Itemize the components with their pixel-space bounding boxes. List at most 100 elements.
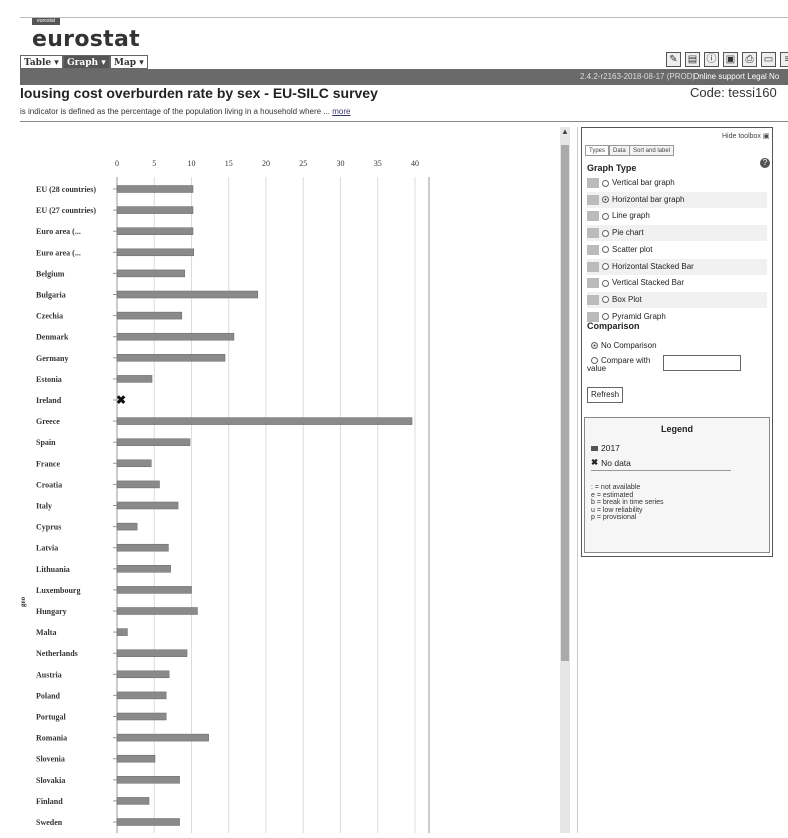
eurostat-logo[interactable]: eurostat — [32, 27, 140, 52]
graph-type-option[interactable]: Scatter plot — [587, 242, 767, 258]
graph-type-radio[interactable] — [602, 313, 609, 321]
graph-type-radio[interactable] — [602, 279, 609, 287]
window-icon[interactable]: ▭ — [761, 52, 776, 67]
category-label: Hungary — [36, 607, 67, 616]
bar — [116, 480, 160, 489]
graph-type-label: Horizontal bar graph — [612, 194, 685, 204]
graph-type-option[interactable]: Horizontal Stacked Bar — [587, 258, 767, 275]
bar — [116, 691, 167, 700]
x-tick-label: 35 — [374, 159, 382, 168]
hide-toolbox-label[interactable]: Hide toolbox — [722, 133, 761, 140]
x-tick-label: 30 — [337, 159, 345, 168]
dataset-code: Code: tessi160 — [690, 85, 777, 100]
bar — [116, 438, 191, 446]
category-label: Estonia — [36, 375, 62, 384]
no-data-cross-icon: ✖ — [591, 457, 599, 467]
compare-value-label: value — [587, 364, 607, 373]
tab-map[interactable]: Map ▾ — [110, 55, 148, 69]
category-label: Ireland — [36, 396, 62, 405]
compare-with-label: Compare with — [601, 356, 651, 365]
graph-type-option[interactable]: Box Plot — [587, 291, 767, 308]
bar — [116, 797, 150, 805]
graph-type-label: Scatter plot — [612, 244, 653, 254]
graph-type-option[interactable]: Pie chart — [587, 225, 767, 242]
x-tick-label: 20 — [262, 159, 270, 168]
category-label: Greece — [36, 417, 60, 426]
tab-sort-and-label[interactable]: Sort and label — [629, 145, 675, 156]
legend-divider — [591, 470, 731, 471]
toolbar-icons: ✎ ▤ ⓘ ▣ ⎙ ▭ ≡ — [666, 52, 788, 67]
no-comparison-option[interactable]: No Comparison — [591, 341, 657, 350]
category-label: Netherlands — [36, 649, 78, 658]
graph-type-label: Line graph — [612, 211, 650, 221]
content-divider — [20, 121, 788, 122]
graph-type-radio[interactable] — [602, 179, 609, 187]
category-label: Cyprus — [36, 523, 61, 532]
graph-type-icon — [587, 244, 599, 255]
x-tick-label: 10 — [188, 159, 196, 168]
more-link[interactable]: more — [332, 107, 350, 116]
bar — [116, 332, 235, 341]
y-axis-label: geo — [20, 596, 27, 607]
no-comparison-radio[interactable] — [591, 342, 598, 349]
info-icon[interactable]: ⓘ — [704, 52, 719, 67]
x-tick-label: 40 — [411, 159, 419, 168]
support-links[interactable]: Online support Legal No — [693, 72, 779, 81]
category-label: Italy — [36, 502, 52, 511]
graph-type-option[interactable]: Vertical Stacked Bar — [587, 275, 767, 291]
save-icon[interactable]: ▣ — [723, 52, 738, 67]
description: is indicator is defined as the percentag… — [20, 107, 350, 116]
help-icon[interactable]: ? — [760, 158, 770, 168]
tab-graph[interactable]: Graph ▾ — [63, 55, 110, 69]
graph-type-radio[interactable] — [602, 296, 609, 304]
graph-type-label: Horizontal Stacked Bar — [612, 261, 694, 271]
graph-type-radio[interactable] — [602, 229, 609, 237]
bar — [116, 754, 156, 763]
compare-with-radio[interactable] — [591, 357, 598, 364]
hide-toolbox-link[interactable]: Hide toolbox ▣ — [722, 132, 770, 140]
close-icon[interactable]: ▣ — [763, 133, 770, 140]
bar — [116, 227, 194, 235]
compare-value-input[interactable] — [663, 355, 741, 371]
bar — [116, 607, 198, 615]
graph-type-radio[interactable] — [602, 212, 609, 220]
tab-types[interactable]: Types — [585, 145, 610, 156]
graph-type-option[interactable]: Horizontal bar graph — [587, 191, 767, 208]
graph-type-title: Graph Type — [587, 163, 637, 173]
bar — [116, 501, 179, 510]
print-icon[interactable]: ⎙ — [742, 52, 757, 67]
flag-note: u = low reliability — [591, 506, 643, 514]
graph-type-radio[interactable] — [602, 263, 609, 270]
graph-type-icon — [587, 194, 599, 205]
share-icon[interactable]: ≡ — [780, 52, 788, 67]
category-label: Croatia — [36, 480, 62, 489]
graph-type-radio[interactable] — [602, 246, 609, 254]
refresh-button[interactable]: Refresh — [587, 387, 624, 403]
bar — [116, 311, 183, 320]
version-text: 2.4.2-r2163-2018-08-17 (PROD) — [580, 72, 696, 81]
bookmark-icon[interactable]: ▤ — [685, 52, 700, 67]
category-label: EU (27 countries) — [36, 206, 96, 215]
bar — [116, 543, 169, 552]
graph-type-icon — [587, 261, 599, 272]
graph-type-option[interactable]: Line graph — [587, 208, 767, 224]
graph-type-option[interactable]: Vertical bar graph — [587, 175, 767, 191]
tab-data[interactable]: Data — [609, 145, 630, 156]
chart-area: 0 5 10 15 20 25 30 35 40 EU (28 countries) EU (27 … — [19, 127, 561, 833]
bar — [116, 649, 188, 657]
scrollbar-thumb[interactable] — [561, 145, 569, 661]
category-label: Sweden — [36, 818, 63, 827]
edit-icon[interactable]: ✎ — [666, 52, 681, 67]
scroll-up-arrow-icon[interactable]: ▲ — [560, 127, 570, 139]
bar — [116, 248, 194, 257]
flag-note: e = estimated — [591, 491, 634, 499]
category-label: Latvia — [36, 544, 58, 553]
category-label: Malta — [36, 628, 56, 637]
graph-type-radio[interactable] — [602, 196, 609, 204]
x-tick-label: 0 — [115, 159, 119, 168]
flag-note: : = not available — [591, 484, 641, 491]
bar — [116, 712, 167, 721]
bar — [116, 818, 180, 826]
category-label: Luxembourg — [36, 586, 80, 595]
tab-table[interactable]: Table ▾ — [20, 55, 63, 69]
